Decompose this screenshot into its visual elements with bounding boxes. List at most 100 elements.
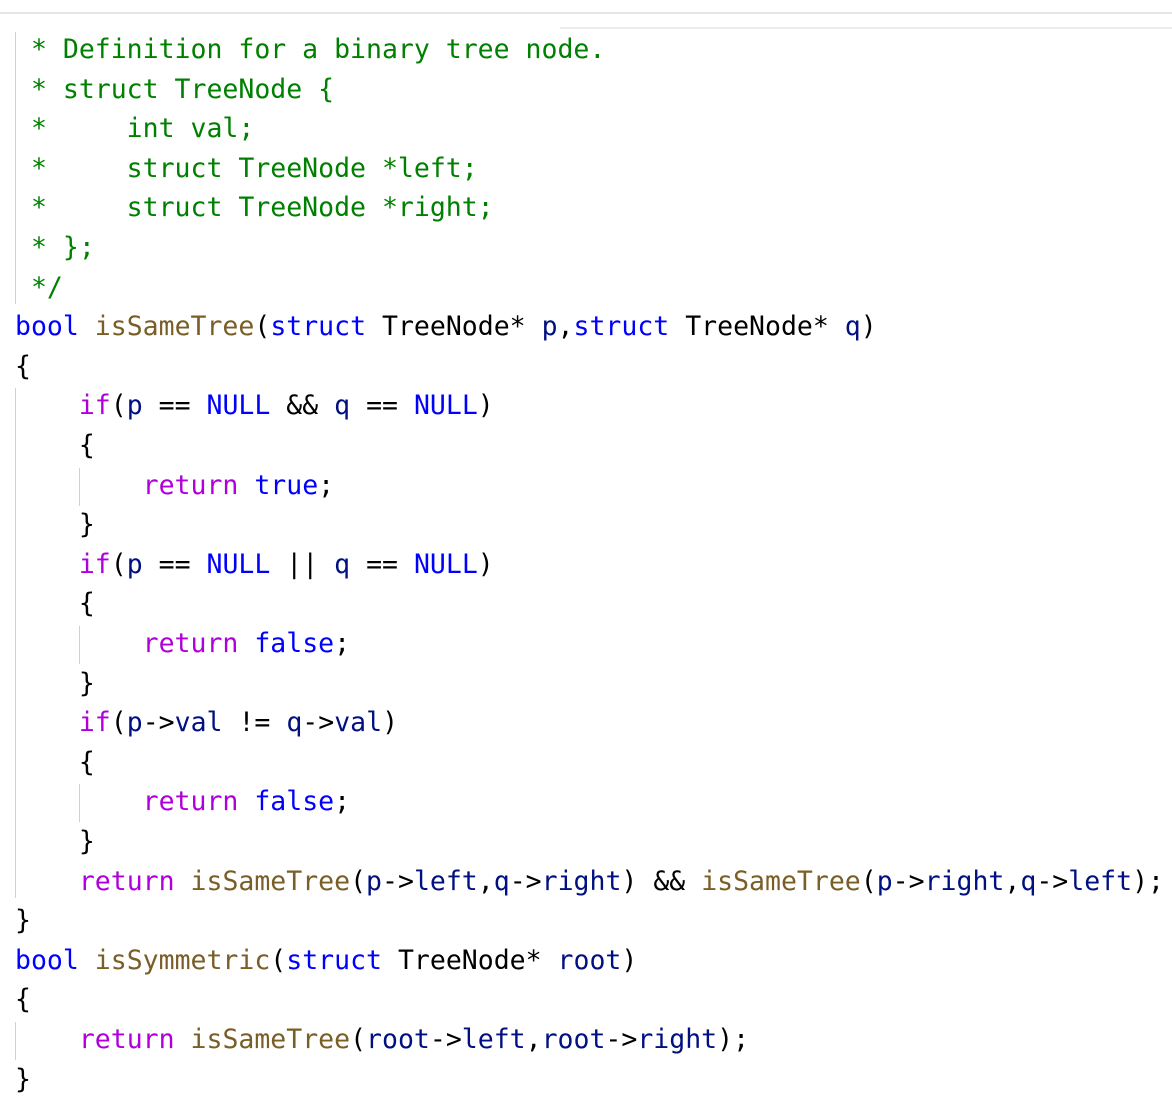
- code-token: ): [477, 548, 494, 580]
- code-token: left: [1068, 865, 1133, 897]
- code-token: * };: [15, 232, 95, 263]
- code-token: TreeNode: [397, 944, 526, 976]
- code-token: !=: [222, 707, 287, 739]
- code-token: q: [493, 865, 510, 897]
- code-token: root: [541, 1024, 606, 1055]
- code-token: *: [509, 311, 542, 343]
- code-token: (: [350, 865, 367, 897]
- code-token: isSameTree: [94, 311, 255, 343]
- code-line[interactable]: {: [15, 743, 95, 783]
- code-token: {: [15, 430, 95, 461]
- code-token: right: [637, 1024, 718, 1055]
- code-editor[interactable]: * Definition for a binary tree node. * s…: [0, 0, 1172, 1100]
- top-divider: [0, 12, 1172, 14]
- code-line[interactable]: return false;: [15, 624, 350, 664]
- code-line[interactable]: return true;: [15, 466, 335, 506]
- code-line[interactable]: * struct TreeNode *right;: [15, 188, 494, 228]
- top-divider-secondary: [560, 27, 1172, 29]
- code-token: ->: [1036, 865, 1069, 897]
- code-token: val: [174, 707, 223, 739]
- code-line[interactable]: }: [15, 901, 31, 941]
- code-token: *: [525, 944, 558, 976]
- code-line[interactable]: bool isSymmetric(struct TreeNode* root): [15, 941, 637, 981]
- code-token: return: [142, 469, 239, 501]
- code-token: true: [254, 469, 319, 501]
- code-token: p: [126, 548, 143, 580]
- code-token: (: [254, 311, 271, 343]
- code-token: (: [110, 707, 127, 739]
- code-token: isSameTree: [190, 1024, 351, 1055]
- code-line[interactable]: * int val;: [15, 109, 254, 149]
- code-token: struct: [270, 311, 367, 343]
- code-token: (: [110, 390, 127, 422]
- code-line[interactable]: {: [15, 347, 31, 387]
- code-line[interactable]: * };: [15, 228, 95, 268]
- code-line[interactable]: if(p == NULL || q == NULL): [15, 545, 494, 585]
- code-line[interactable]: return isSameTree(root->left,root->right…: [15, 1020, 749, 1060]
- code-token: ) &&: [621, 865, 702, 897]
- code-token: ->: [142, 707, 175, 739]
- code-token: {: [15, 746, 95, 778]
- code-line[interactable]: * Definition for a binary tree node.: [15, 30, 605, 70]
- code-line[interactable]: */: [15, 268, 63, 308]
- code-line[interactable]: }: [15, 664, 95, 704]
- code-token: (: [110, 548, 127, 580]
- code-token: q: [334, 390, 351, 422]
- code-token: ): [860, 311, 877, 343]
- code-token: );: [717, 1024, 750, 1055]
- code-token: struct: [573, 311, 670, 343]
- code-token: ==: [350, 548, 414, 580]
- code-line[interactable]: return isSameTree(p->left,q->right) && i…: [15, 862, 1164, 902]
- code-line[interactable]: }: [15, 822, 95, 862]
- code-line[interactable]: {: [15, 584, 95, 624]
- code-token: (: [350, 1024, 367, 1055]
- code-token: isSymmetric: [94, 944, 271, 976]
- code-line[interactable]: if(p->val != q->val): [15, 703, 398, 743]
- code-line[interactable]: if(p == NULL && q == NULL): [15, 386, 494, 426]
- code-token: root: [366, 1024, 430, 1055]
- code-token: ): [621, 944, 638, 976]
- code-token: ->: [892, 865, 925, 897]
- code-line[interactable]: }: [15, 505, 95, 545]
- code-token: p: [876, 865, 893, 897]
- code-token: NULL: [413, 390, 478, 422]
- code-token: NULL: [206, 548, 271, 580]
- code-line[interactable]: }: [15, 1060, 31, 1100]
- code-line[interactable]: return false;: [15, 782, 350, 822]
- code-token: * Definition for a binary tree node.: [15, 34, 606, 65]
- code-token: }: [15, 826, 95, 857]
- code-line[interactable]: * struct TreeNode *left;: [15, 149, 478, 189]
- code-token: q: [334, 548, 351, 580]
- code-token: NULL: [413, 548, 478, 580]
- code-line[interactable]: * struct TreeNode {: [15, 70, 334, 110]
- code-token: TreeNode: [382, 311, 510, 343]
- code-token: left: [461, 1024, 526, 1055]
- code-token: q: [844, 311, 861, 343]
- code-token: ==: [142, 548, 207, 580]
- code-token: *: [812, 311, 845, 343]
- code-line[interactable]: {: [15, 980, 31, 1020]
- code-line[interactable]: {: [15, 426, 95, 466]
- code-token: ->: [382, 865, 414, 897]
- code-token: ->: [302, 707, 335, 739]
- code-token: {: [15, 350, 31, 382]
- code-token: if: [78, 707, 111, 739]
- code-token: ,: [1004, 865, 1021, 897]
- code-token: return: [142, 786, 239, 818]
- code-token: ): [382, 707, 399, 739]
- code-token: left: [413, 865, 478, 897]
- code-line[interactable]: bool isSameTree(struct TreeNode* p,struc…: [15, 307, 877, 347]
- code-token: isSameTree: [190, 865, 351, 897]
- code-token: &&: [270, 390, 335, 422]
- code-token: ): [477, 390, 494, 422]
